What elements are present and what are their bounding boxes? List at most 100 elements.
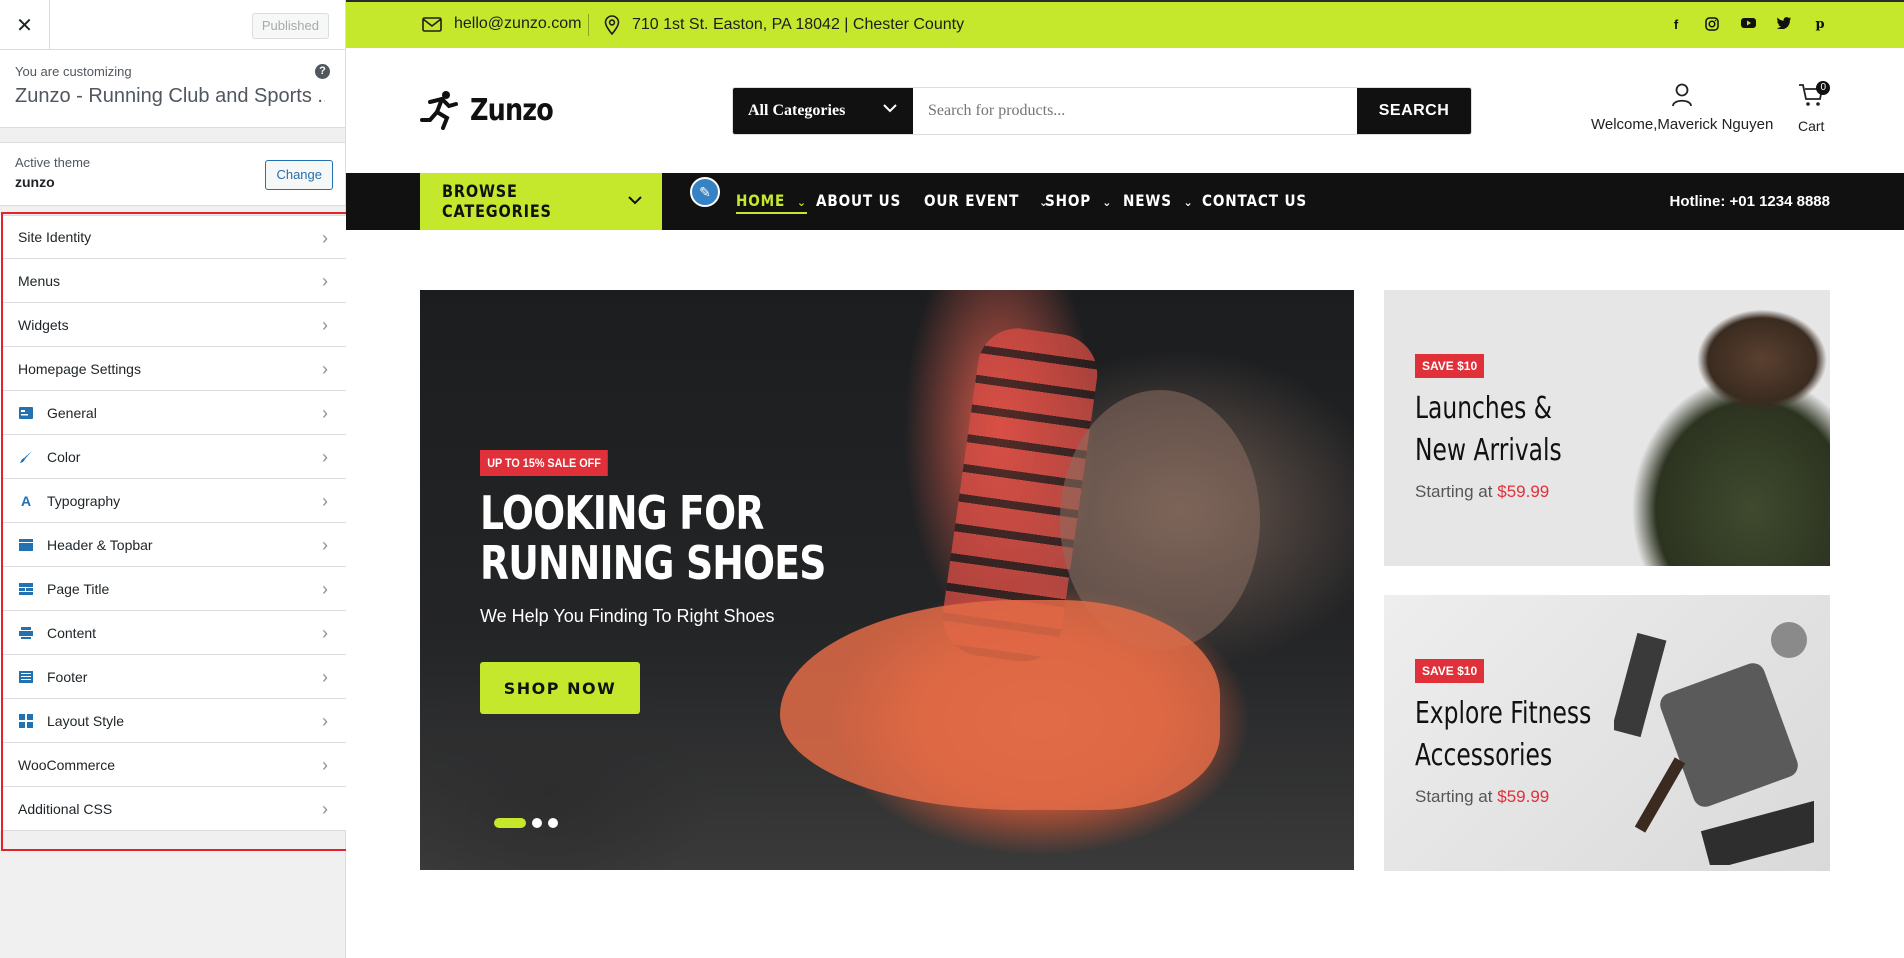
- hero-slider: UP TO 15% SALE OFF LOOKING FOR RUNNING S…: [420, 290, 1354, 870]
- close-icon[interactable]: ✕: [0, 0, 50, 50]
- chevron-down-icon: [628, 190, 642, 209]
- hotline-text: Hotline: +01 1234 8888: [1669, 193, 1830, 210]
- nav-item-contact-us[interactable]: CONTACT US: [1202, 191, 1326, 210]
- facebook-icon[interactable]: f: [1668, 17, 1684, 32]
- hero-title-line2: RUNNING SHOES: [480, 536, 826, 590]
- nav-label: HOME: [736, 191, 786, 210]
- search-button[interactable]: SEARCH: [1357, 88, 1471, 134]
- panel-layout-style[interactable]: Layout Style ›: [0, 699, 346, 743]
- chevron-right-icon: ›: [322, 228, 328, 248]
- price-prefix: Starting at: [1415, 482, 1493, 501]
- browse-categories-button[interactable]: BROWSE CATEGORIES: [420, 173, 662, 230]
- category-select-value: All Categories: [748, 102, 846, 119]
- panel-woocommerce[interactable]: WooCommerce ›: [0, 743, 346, 787]
- nav-label: CONTACT US: [1202, 191, 1308, 210]
- nav-item-home[interactable]: HOME ⌄: [736, 191, 808, 214]
- slider-dot-active[interactable]: [494, 818, 526, 828]
- instagram-icon[interactable]: [1704, 17, 1720, 34]
- mail-icon: [422, 16, 442, 32]
- panel-page-title[interactable]: Page Title ›: [0, 567, 346, 611]
- chevron-right-icon: ›: [322, 755, 328, 775]
- account-link[interactable]: Welcome,Maverick Nguyen: [1591, 83, 1773, 133]
- slider-dot[interactable]: [548, 818, 558, 828]
- promo-title-line1: Explore Fitness: [1415, 696, 1592, 731]
- customizer-sidebar: ✕ Published You are customizing Zunzo - …: [0, 0, 356, 958]
- shop-now-button[interactable]: SHOP NOW: [480, 662, 640, 714]
- nav-item-our-event[interactable]: OUR EVENT ⌄: [924, 191, 1049, 210]
- cart-link[interactable]: 0 Cart: [1798, 81, 1831, 134]
- youtube-icon[interactable]: [1740, 17, 1756, 32]
- panel-label: Page Title: [47, 580, 110, 597]
- pinterest-icon[interactable]: p: [1812, 17, 1828, 32]
- chevron-right-icon: ›: [322, 491, 328, 511]
- panel-label: Widgets: [18, 316, 69, 333]
- panel-general[interactable]: General ›: [0, 391, 346, 435]
- panel-footer[interactable]: Footer ›: [0, 655, 346, 699]
- site-logo[interactable]: Zunzo: [420, 90, 568, 130]
- chevron-right-icon: ›: [322, 271, 328, 291]
- change-theme-button[interactable]: Change: [265, 160, 333, 190]
- chevron-right-icon: ›: [322, 711, 328, 731]
- panel-color[interactable]: Color ›: [0, 435, 346, 479]
- chevron-right-icon: ›: [322, 579, 328, 599]
- chevron-right-icon: ›: [322, 315, 328, 335]
- promo-title: Explore Fitness Accessories: [1415, 693, 1680, 777]
- panel-widgets[interactable]: Widgets ›: [0, 303, 346, 347]
- hero-sale-badge: UP TO 15% SALE OFF: [480, 450, 609, 476]
- cart-count-badge: 0: [1816, 81, 1831, 95]
- logo-text: Zunzo: [470, 92, 554, 128]
- published-button[interactable]: Published: [251, 13, 329, 39]
- browse-label: BROWSE CATEGORIES: [442, 181, 552, 222]
- email-text: hello@zunzo.com: [454, 15, 582, 32]
- panel-label: Homepage Settings: [18, 360, 141, 377]
- header-icon: [18, 537, 34, 553]
- promo-badge: SAVE $10: [1415, 659, 1485, 683]
- customizer-header: ✕ Published: [0, 0, 345, 50]
- panel-label: Header & Topbar: [47, 536, 153, 553]
- panel-label: Site Identity: [18, 229, 92, 245]
- customizer-panel-list: Site Identity › Menus › Widgets › Homepa…: [0, 215, 346, 831]
- chevron-right-icon: ›: [322, 799, 328, 819]
- panel-label: General: [47, 404, 97, 421]
- site-header: Zunzo All Categories SEARCH Welcome,Mave…: [346, 48, 1904, 173]
- hero-title-line1: LOOKING FOR: [480, 486, 764, 540]
- price-prefix: Starting at: [1415, 787, 1493, 806]
- edit-shortcut-icon[interactable]: ✎: [690, 177, 720, 207]
- panel-header-topbar[interactable]: Header & Topbar ›: [0, 523, 346, 567]
- category-select[interactable]: All Categories: [733, 88, 913, 134]
- twitter-icon[interactable]: [1776, 17, 1792, 32]
- panel-label: Typography: [47, 492, 121, 509]
- user-icon: [1672, 83, 1693, 107]
- runner-logo-icon: [420, 91, 458, 130]
- location-pin-icon: [604, 15, 620, 35]
- chevron-down-icon: [883, 100, 897, 118]
- nav-item-news[interactable]: NEWS ⌄: [1123, 191, 1194, 210]
- nav-item-shop[interactable]: SHOP ⌄: [1045, 191, 1112, 210]
- slider-dot[interactable]: [532, 818, 542, 828]
- panel-typography[interactable]: A Typography ›: [0, 479, 346, 523]
- topbar: hello@zunzo.com 710 1st St. Easton, PA 1…: [346, 0, 1904, 48]
- panel-site-identity[interactable]: Site Identity ›: [0, 215, 346, 259]
- panel-menus[interactable]: Menus ›: [0, 259, 346, 303]
- chevron-right-icon: ›: [322, 667, 328, 687]
- content-icon: [18, 625, 34, 641]
- chevron-right-icon: ›: [322, 447, 328, 467]
- nav-item-about-us[interactable]: ABOUT US: [816, 191, 916, 210]
- panel-content[interactable]: Content ›: [0, 611, 346, 655]
- help-icon[interactable]: ?: [315, 64, 330, 79]
- topbar-email[interactable]: hello@zunzo.com: [422, 15, 581, 33]
- chevron-right-icon: ›: [322, 535, 328, 555]
- panel-additional-css[interactable]: Additional CSS ›: [0, 787, 346, 831]
- hero-title: LOOKING FOR RUNNING SHOES: [480, 488, 906, 588]
- panel-homepage-settings[interactable]: Homepage Settings ›: [0, 347, 346, 391]
- nav-label: NEWS: [1123, 191, 1172, 210]
- footer-icon: [18, 669, 34, 685]
- promo-card-fitness[interactable]: SAVE $10 Explore Fitness Accessories Sta…: [1384, 595, 1830, 871]
- search-input[interactable]: [913, 88, 1357, 134]
- promo-card-launches[interactable]: SAVE $10 Launches & New Arrivals Startin…: [1384, 290, 1830, 566]
- customizer-info: You are customizing Zunzo - Running Club…: [0, 50, 345, 128]
- nav-label: SHOP: [1045, 191, 1092, 210]
- chevron-down-icon: ⌄: [1183, 196, 1194, 209]
- active-theme-section: Active theme zunzo Change: [0, 142, 345, 206]
- topbar-address: 710 1st St. Easton, PA 18042 | Chester C…: [604, 15, 964, 35]
